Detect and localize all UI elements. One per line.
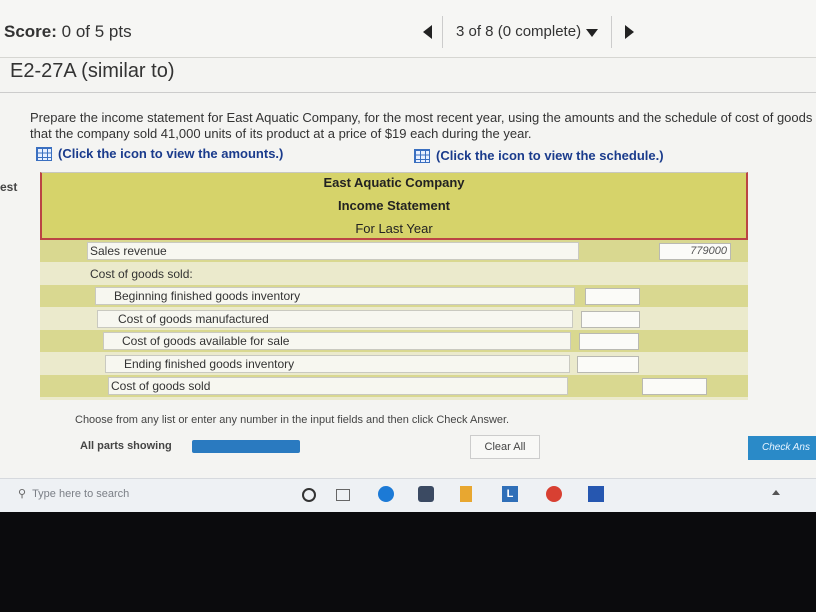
search-icon: ⚲ bbox=[18, 488, 27, 500]
statement-title: Income Statement bbox=[338, 198, 450, 213]
statement-table: Sales revenue 779000 Cost of goods sold:… bbox=[40, 240, 748, 400]
side-label: est bbox=[0, 180, 18, 194]
goods-available-input[interactable] bbox=[579, 333, 639, 350]
ending-fg-inventory-select[interactable]: Ending finished goods inventory bbox=[105, 355, 570, 373]
word-icon[interactable] bbox=[588, 486, 604, 502]
score: Score: 0 of 5 pts bbox=[4, 22, 132, 42]
question-progress[interactable]: 3 of 8 (0 complete) bbox=[456, 23, 581, 40]
question-prompt: Prepare the income statement for East Aq… bbox=[30, 110, 816, 142]
goods-available-select[interactable]: Cost of goods available for sale bbox=[103, 332, 571, 350]
cogs-heading-select[interactable]: Cost of goods sold: bbox=[87, 265, 579, 283]
beginning-fg-inventory-input[interactable] bbox=[585, 288, 640, 305]
cost-of-goods-sold-input[interactable] bbox=[642, 378, 707, 395]
lync-icon[interactable]: L bbox=[502, 486, 518, 502]
divider bbox=[0, 92, 816, 93]
chrome-icon[interactable] bbox=[546, 486, 562, 502]
cost-of-goods-manufactured-select[interactable]: Cost of goods manufactured bbox=[97, 310, 573, 328]
monitor-bezel bbox=[0, 512, 816, 612]
amounts-link-text[interactable]: (Click the icon to view the amounts.) bbox=[58, 146, 283, 161]
chevron-up-icon[interactable] bbox=[772, 490, 780, 495]
edge-icon[interactable] bbox=[378, 486, 394, 502]
schedule-link-text[interactable]: (Click the icon to view the schedule.) bbox=[436, 148, 664, 163]
taskbar-search[interactable]: ⚲ Type here to search bbox=[18, 487, 129, 501]
prompt-line-1: Prepare the income statement for East Aq… bbox=[30, 110, 813, 125]
score-label: Score: bbox=[4, 22, 57, 41]
prompt-line-2: that the company sold 41,000 units of it… bbox=[30, 126, 532, 141]
next-question-icon[interactable] bbox=[625, 25, 634, 39]
mail-icon[interactable] bbox=[418, 486, 434, 502]
question-title: E2-27A (similar to) bbox=[10, 60, 175, 82]
task-view-icon[interactable] bbox=[336, 489, 350, 501]
folder-icon[interactable] bbox=[460, 486, 472, 502]
search-placeholder[interactable]: Type here to search bbox=[32, 488, 129, 500]
data-table-icon[interactable] bbox=[414, 148, 430, 163]
schedule-link[interactable]: (Click the icon to view the schedule.) bbox=[414, 148, 664, 163]
clear-all-button[interactable]: Clear All bbox=[470, 435, 540, 459]
statement-period: For Last Year bbox=[355, 221, 433, 236]
statement-header: East Aquatic Company Income Statement Fo… bbox=[40, 172, 748, 240]
all-parts-label: All parts showing bbox=[80, 440, 172, 452]
browser-screen: Score: 0 of 5 pts 3 of 8 (0 complete) E2… bbox=[0, 0, 816, 512]
previous-question-icon[interactable] bbox=[423, 25, 432, 39]
company-name: East Aquatic Company bbox=[323, 175, 465, 190]
chevron-down-icon[interactable] bbox=[586, 29, 598, 37]
data-table-icon[interactable] bbox=[36, 146, 52, 161]
ending-fg-inventory-input[interactable] bbox=[577, 356, 639, 373]
sales-revenue-select[interactable]: Sales revenue bbox=[87, 242, 579, 260]
parts-progress-bar bbox=[192, 440, 300, 453]
amounts-link[interactable]: (Click the icon to view the amounts.) bbox=[36, 146, 283, 161]
cost-of-goods-sold-select[interactable]: Cost of goods sold bbox=[108, 377, 568, 395]
cortana-icon[interactable] bbox=[302, 488, 316, 502]
beginning-fg-inventory-select[interactable]: Beginning finished goods inventory bbox=[95, 287, 575, 305]
cost-of-goods-manufactured-input[interactable] bbox=[581, 311, 640, 328]
score-value: 0 of 5 pts bbox=[61, 22, 132, 41]
sales-revenue-input[interactable]: 779000 bbox=[659, 243, 731, 260]
check-answer-button[interactable]: Check Ans bbox=[748, 436, 816, 460]
instructions: Choose from any list or enter any number… bbox=[75, 414, 510, 426]
